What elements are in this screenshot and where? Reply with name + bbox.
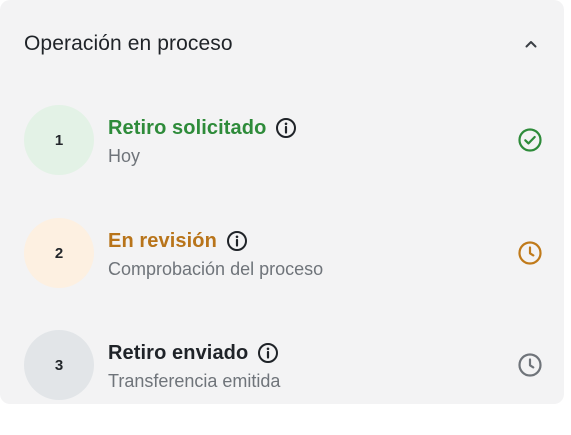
check-circle-icon bbox=[516, 126, 544, 154]
step-number-badge: 1 bbox=[24, 105, 94, 175]
clock-icon bbox=[516, 239, 544, 267]
step-subtitle: Transferencia emitida bbox=[108, 371, 281, 391]
step-title: Retiro solicitado bbox=[108, 116, 267, 139]
info-icon[interactable] bbox=[257, 342, 279, 364]
step-number: 2 bbox=[54, 244, 64, 262]
step-number-badge: 3 bbox=[24, 330, 94, 400]
step-title: Retiro enviado bbox=[108, 341, 249, 364]
step-title-row: Retiro solicitado bbox=[108, 113, 516, 143]
step-title: En revisión bbox=[108, 229, 217, 252]
step-title-row: Retiro enviado bbox=[108, 338, 516, 368]
operation-progress-panel: Operación en proceso 1 Retiro solicitado bbox=[0, 0, 564, 404]
step-3: 3 Retiro enviado Transferencia emitida bbox=[24, 330, 542, 400]
chevron-up-icon[interactable] bbox=[520, 33, 542, 55]
info-icon[interactable] bbox=[226, 230, 248, 252]
step-2: 2 En revisión Comprobación del proceso bbox=[24, 218, 542, 288]
step-body: Retiro solicitado Hoy bbox=[108, 113, 516, 167]
step-number: 1 bbox=[54, 131, 64, 149]
step-subtitle: Comprobación del proceso bbox=[108, 259, 324, 279]
clock-icon bbox=[516, 351, 544, 379]
step-title-row: En revisión bbox=[108, 226, 516, 256]
panel-title: Operación en proceso bbox=[24, 32, 233, 55]
info-icon[interactable] bbox=[275, 117, 297, 139]
step-1: 1 Retiro solicitado Hoy bbox=[24, 105, 542, 175]
step-body: En revisión Comprobación del proceso bbox=[108, 226, 516, 280]
step-body: Retiro enviado Transferencia emitida bbox=[108, 338, 516, 392]
step-number-badge: 2 bbox=[24, 218, 94, 288]
step-subtitle: Hoy bbox=[108, 146, 141, 166]
panel-header[interactable]: Operación en proceso bbox=[24, 30, 542, 58]
step-number: 3 bbox=[54, 356, 64, 374]
